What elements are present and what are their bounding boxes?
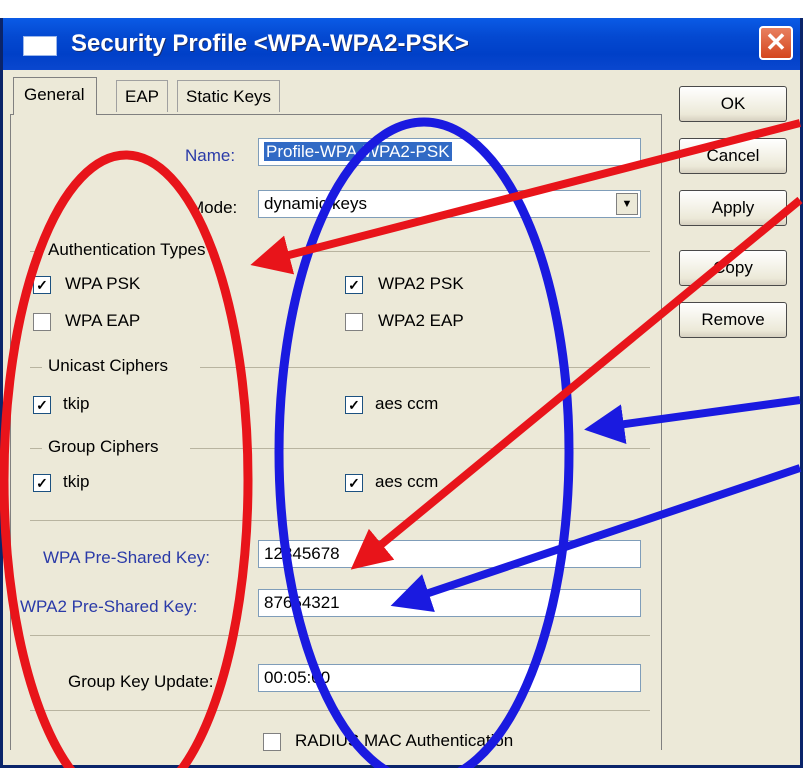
tab-general[interactable]: General	[13, 77, 98, 115]
annotation-overlay	[0, 117, 803, 768]
blue-annotation-arrow	[390, 464, 802, 613]
red-annotation-arrow	[350, 196, 803, 570]
blue-annotation-arrow	[584, 396, 801, 445]
red-annotation-ellipse	[0, 150, 253, 768]
